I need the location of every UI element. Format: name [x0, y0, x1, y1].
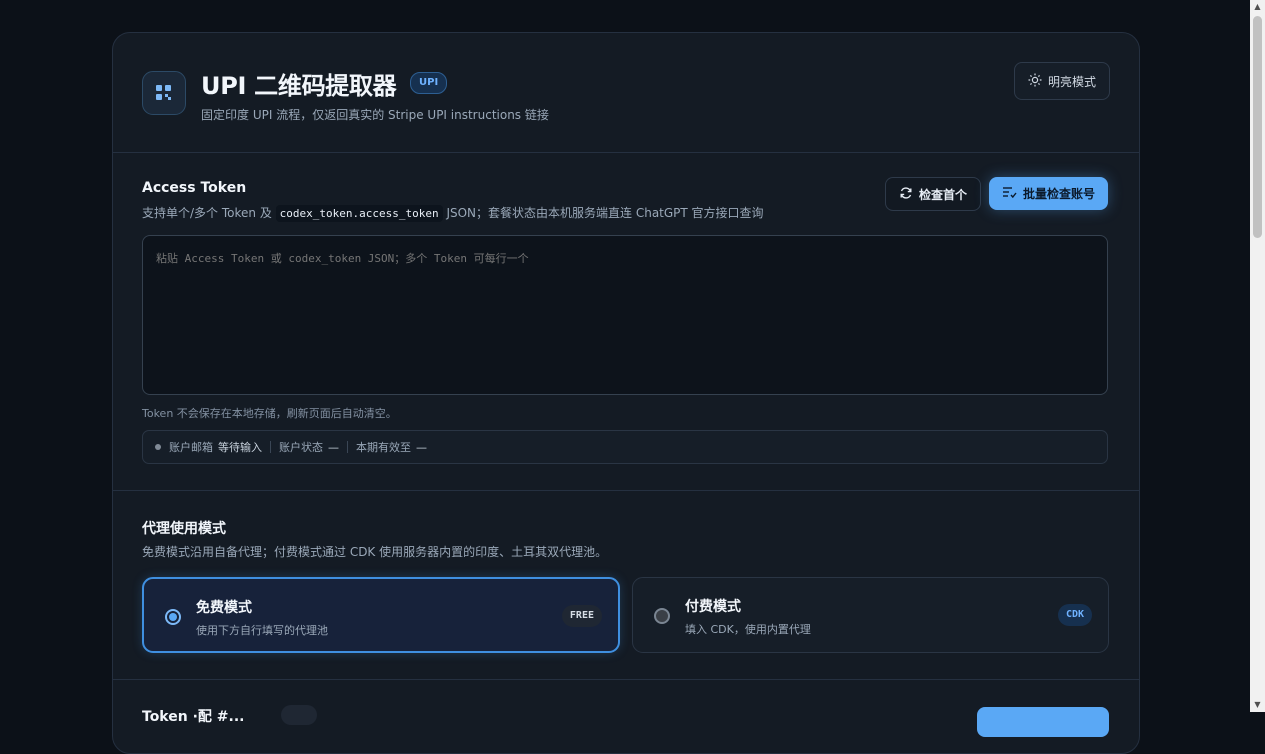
paid-mode-option[interactable]: 付费模式 填入 CDK，使用内置代理 CDK [632, 577, 1109, 653]
paid-mode-desc: 填入 CDK，使用内置代理 [685, 623, 811, 636]
cdk-tag: CDK [1057, 604, 1092, 626]
email-label: 账户邮箱 [169, 441, 213, 454]
paid-mode-title: 付费模式 [685, 599, 741, 615]
sun-icon [1028, 73, 1042, 90]
paid-mode-radio[interactable] [654, 608, 670, 624]
desc-code: codex_token.access_token [275, 205, 443, 222]
page-title: UPI 二维码提取器 [201, 72, 397, 100]
theme-toggle-label: 明亮模式 [1047, 74, 1096, 89]
scrollbar-thumb[interactable] [1253, 16, 1262, 238]
check-first-button[interactable]: 检查首个 [885, 177, 981, 211]
refresh-icon [899, 186, 913, 203]
next-section-badge [281, 705, 317, 725]
proxy-mode-title: 代理使用模式 [142, 521, 226, 537]
desc-suffix: JSON；套餐状态由本机服务端直连 ChatGPT 官方接口查询 [446, 206, 764, 220]
status-dot-icon [155, 444, 161, 450]
access-token-input[interactable] [142, 235, 1108, 395]
free-mode-desc: 使用下方自行填写的代理池 [196, 624, 328, 637]
email-value: 等待输入 [218, 441, 262, 454]
storage-note: Token 不会保存在本地存储，刷新页面后自动清空。 [142, 407, 397, 420]
access-token-title: Access Token [142, 180, 247, 196]
batch-check-button[interactable]: 批量检查账号 [989, 177, 1108, 210]
desc-prefix: 支持单个/多个 Token 及 [142, 206, 272, 220]
check-first-label: 检查首个 [918, 187, 967, 202]
free-mode-option[interactable]: 免费模式 使用下方自行填写的代理池 FREE [142, 577, 620, 653]
account-status-label: 账户状态 [279, 441, 323, 454]
qr-logo-icon [142, 71, 186, 115]
free-tag: FREE [561, 605, 602, 627]
account-status-bar: 账户邮箱 等待输入 账户状态 — 本期有效至 — [142, 430, 1108, 464]
page-scrollbar[interactable]: ▲ ▼ [1250, 0, 1265, 712]
expiry-value: — [416, 440, 427, 454]
list-check-icon [1002, 185, 1017, 202]
page-subtitle: 固定印度 UPI 流程，仅返回真实的 Stripe UPI instructio… [201, 108, 549, 122]
proxy-mode-description: 免费模式沿用自备代理；付费模式通过 CDK 使用服务器内置的印度、土耳其双代理池… [142, 545, 608, 559]
proxy-mode-section: 代理使用模式 免费模式沿用自备代理；付费模式通过 CDK 使用服务器内置的印度、… [113, 491, 1139, 680]
main-card: UPI 二维码提取器 UPI 固定印度 UPI 流程，仅返回真实的 Stripe… [112, 32, 1140, 754]
page-header: UPI 二维码提取器 UPI 固定印度 UPI 流程，仅返回真实的 Stripe… [113, 33, 1139, 153]
next-section-title: Token ·配 #... [142, 709, 245, 725]
access-token-description: 支持单个/多个 Token 及 codex_token.access_token… [142, 204, 764, 222]
free-mode-radio[interactable] [165, 609, 181, 625]
batch-check-label: 批量检查账号 [1022, 187, 1095, 201]
account-status-value: — [328, 440, 339, 454]
theme-toggle-button[interactable]: 明亮模式 [1014, 62, 1110, 100]
expiry-label: 本期有效至 [356, 441, 411, 454]
divider [347, 441, 348, 453]
free-mode-title: 免费模式 [196, 600, 252, 616]
divider [270, 441, 271, 453]
scroll-down-arrow-icon[interactable]: ▼ [1250, 698, 1265, 712]
access-token-section: Access Token 支持单个/多个 Token 及 codex_token… [113, 153, 1139, 491]
scroll-up-arrow-icon[interactable]: ▲ [1250, 0, 1265, 14]
upi-badge: UPI [410, 72, 448, 94]
